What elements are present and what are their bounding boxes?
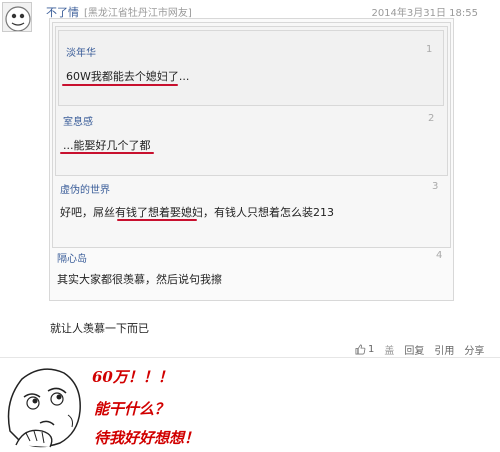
thumbs-up-icon — [355, 344, 366, 355]
wrap-button[interactable]: 盖 — [384, 342, 394, 357]
share-button[interactable]: 分享 — [464, 342, 484, 357]
like-count: 1 — [368, 344, 375, 355]
reply-button[interactable]: 回复 — [404, 342, 424, 357]
quote-author-4[interactable]: 隔心岛 — [57, 250, 87, 265]
quote-author-1[interactable]: 淡年华 — [66, 44, 96, 59]
divider — [0, 357, 500, 358]
quote-text-2: ...能娶好几个了都 — [63, 139, 151, 152]
red-underline-3 — [117, 219, 197, 221]
quote-author-3[interactable]: 虚伪的世界 — [60, 181, 110, 196]
thinking-meme-face-icon — [7, 368, 81, 448]
like-button[interactable]: 1 — [355, 344, 374, 355]
meme-caption-line-3: 待我好好想想！ — [94, 429, 200, 447]
meme-caption-line-2: 能干什么？ — [94, 400, 170, 418]
quote-author-2[interactable]: 室息感 — [63, 113, 93, 128]
quote-floor-4: 4 — [436, 250, 443, 261]
quote-floor-2: 2 — [428, 113, 435, 124]
quote-floor-3: 3 — [432, 181, 439, 192]
quote-button[interactable]: 引用 — [434, 342, 454, 357]
meme-caption-line-1: 60万！！！ — [92, 368, 173, 386]
quote-text-3: 好吧，屌丝有钱了想着娶媳妇，有钱人只想着怎么装213 — [60, 206, 334, 219]
red-underline-1 — [62, 84, 178, 86]
avatar[interactable] — [2, 2, 32, 32]
post-timestamp: 2014年3月31日 18:55 — [371, 8, 478, 19]
quote-floor-1: 1 — [426, 44, 433, 55]
reply-text: 就让人羡慕一下而已 — [50, 322, 149, 335]
avatar-face-icon — [5, 6, 31, 31]
quote-text-1: 60W我都能去个媳妇了... — [66, 70, 190, 83]
action-bar: 1 盖 回复 引用 分享 — [355, 342, 484, 357]
red-underline-2 — [60, 152, 154, 154]
user-location: [黑龙江省牡丹江市网友] — [84, 8, 192, 19]
quote-text-4: 其实大家都很羡慕，然后说句我擦 — [57, 273, 222, 286]
